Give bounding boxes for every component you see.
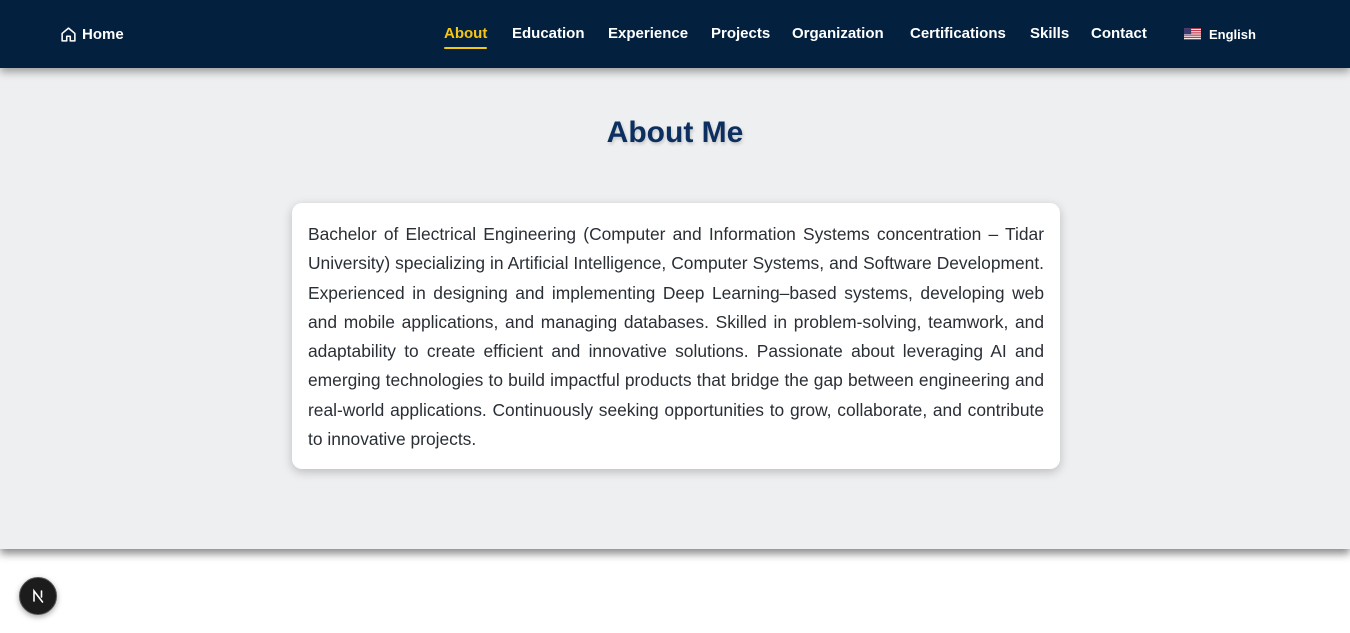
- nav-item-certifications[interactable]: Certifications: [910, 24, 1006, 44]
- home-link[interactable]: Home: [60, 24, 124, 44]
- nav-item-organization[interactable]: Organization: [792, 24, 884, 44]
- navbar: Home About Education Experience Projects…: [0, 0, 1350, 68]
- nav-item-skills[interactable]: Skills: [1030, 24, 1069, 44]
- language-label: English: [1209, 26, 1256, 42]
- language-selector[interactable]: English: [1184, 26, 1256, 42]
- nav-item-education[interactable]: Education: [512, 24, 585, 44]
- about-description: Bachelor of Electrical Engineering (Comp…: [308, 224, 1044, 450]
- us-flag-icon: [1184, 28, 1201, 40]
- about-section: About Me Bachelor of Electrical Engineer…: [0, 68, 1350, 549]
- home-icon: [60, 26, 77, 43]
- about-card: Bachelor of Electrical Engineering (Comp…: [292, 203, 1060, 469]
- home-label: Home: [82, 25, 124, 43]
- nav-item-experience[interactable]: Experience: [608, 24, 688, 44]
- nextjs-icon: [33, 588, 44, 603]
- nav-item-contact[interactable]: Contact: [1091, 24, 1147, 44]
- nav-item-about[interactable]: About: [444, 24, 488, 49]
- nextjs-dev-badge[interactable]: [19, 577, 57, 615]
- page-title: About Me: [606, 116, 744, 149]
- nav-item-projects[interactable]: Projects: [711, 24, 770, 44]
